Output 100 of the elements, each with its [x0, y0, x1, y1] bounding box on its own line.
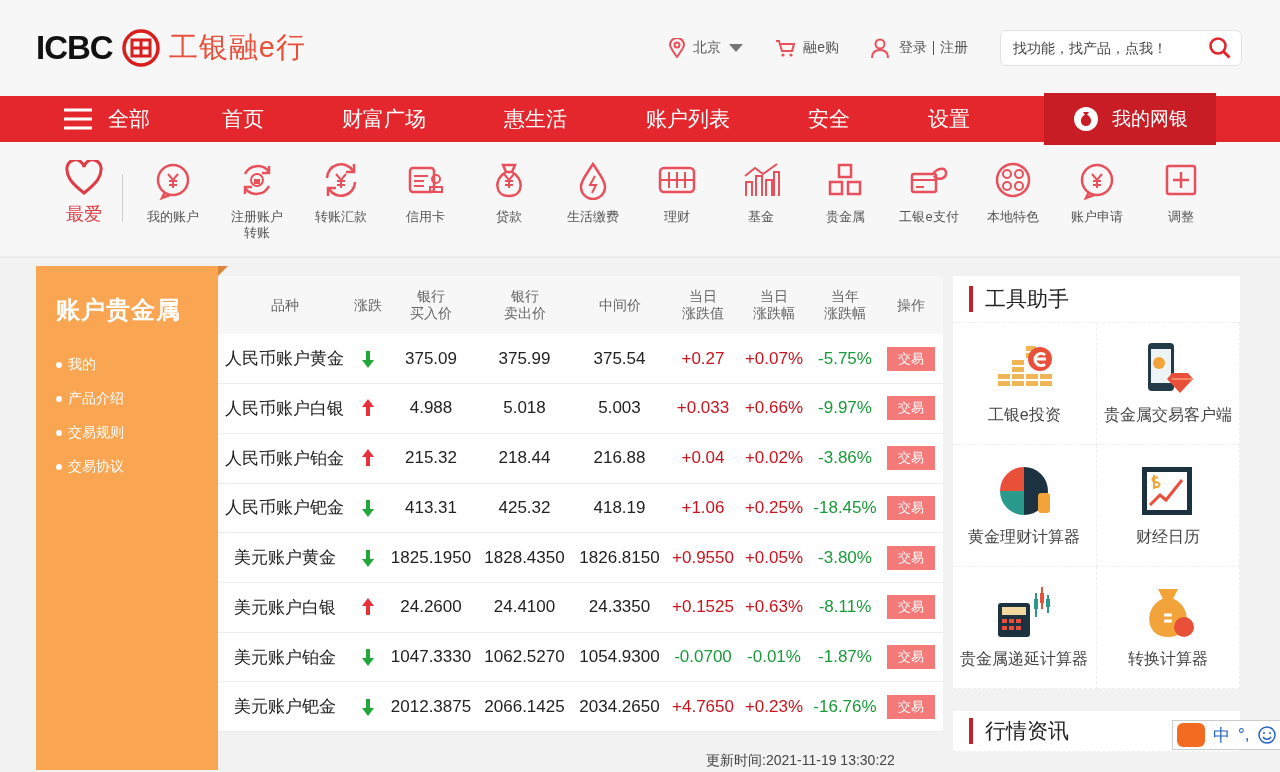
column-header: 操作 — [895, 296, 926, 314]
table-cell-text: 425.32 — [497, 497, 552, 518]
table-cell-text: 375.54 — [592, 348, 647, 369]
table-cell-text: +0.66% — [743, 398, 805, 419]
column-header: 品种 — [269, 296, 300, 314]
dropdown-caret-icon — [729, 44, 744, 52]
ime-logo-icon — [1177, 723, 1205, 747]
column-header: 当日 涨跌幅 — [752, 288, 796, 323]
sidebar-title: 账户贵金属 — [56, 295, 182, 325]
column-header: 银行 卖出价 — [502, 288, 547, 323]
my-bank-button[interactable]: 我的网银 — [1044, 93, 1216, 145]
tool-button[interactable]: 黄金理财计算器 — [953, 445, 1097, 567]
column-header: 当日 涨跌值 — [681, 288, 725, 323]
shortcut-button[interactable]: 账户申请 — [1055, 160, 1139, 225]
column-header: 当年 涨跌幅 — [823, 288, 867, 323]
table-cell-text: 2034.2650 — [578, 696, 661, 717]
table-cell-text: -9.97% — [817, 398, 873, 419]
tool-button[interactable]: 贵金属递延计算器 — [953, 567, 1097, 689]
table-cell-text: -16.76% — [812, 696, 878, 717]
shortcut-button[interactable]: 转账汇款 — [299, 160, 383, 225]
update-time: 更新时间:2021-11-19 13:30:22 — [706, 752, 896, 771]
menu-button[interactable]: 全部 — [64, 105, 150, 133]
table-cell-text: +4.7650 — [671, 696, 735, 717]
nav-link[interactable]: 首页 — [222, 105, 264, 133]
bullet-icon — [56, 430, 62, 436]
bullet-icon — [56, 362, 62, 368]
table-cell-text: -0.0700 — [673, 647, 733, 667]
table-cell-text: +0.05% — [743, 547, 805, 568]
money-bag-icon — [1074, 107, 1098, 131]
smiley-icon — [1257, 726, 1276, 744]
nav-link[interactable]: 惠生活 — [504, 105, 568, 133]
ime-mode[interactable]: 中 — [1213, 723, 1230, 747]
four-dots-icon — [993, 160, 1033, 200]
table-cell-text: 美元账户黄金 — [232, 547, 337, 570]
favorites-button[interactable]: 最爱 — [62, 160, 106, 226]
table-cell-text: -5.75% — [817, 348, 873, 369]
nav-link[interactable]: 账户列表 — [645, 105, 730, 133]
table-cell-text: 216.88 — [592, 448, 647, 469]
shortcut-button[interactable]: 本地特色 — [971, 160, 1055, 225]
table-cell-text: +0.63% — [743, 597, 805, 618]
shortcut-button[interactable]: 基金 — [719, 160, 803, 225]
column-header: 银行 买入价 — [409, 288, 453, 323]
bank-emblem-icon — [120, 28, 161, 68]
table-cell-text: -18.45% — [812, 497, 878, 518]
search-field[interactable]: 找功能，找产品，点我！ — [1000, 30, 1242, 66]
nav-link[interactable]: 安全 — [807, 105, 850, 133]
table-cell-text: 375.09 — [404, 348, 458, 369]
shortcut-button[interactable]: 生活缴费 — [551, 160, 635, 225]
table-cell-text: 1047.3330 — [389, 647, 473, 667]
table-cell-text: -8.11% — [817, 597, 873, 618]
table-cell-text: -0.01% — [746, 647, 802, 667]
cart-icon — [775, 39, 796, 57]
column-header: 中间价 — [597, 296, 642, 314]
shortcut-button[interactable]: 贷款 — [467, 160, 551, 225]
table-cell-text: 美元账户铂金 — [232, 646, 337, 669]
table-cell-text: 人民币账户铂金 — [224, 447, 345, 470]
table-cell-text: 1054.9300 — [578, 647, 661, 667]
tool-button[interactable]: 贵金属交易客户端 — [1096, 323, 1240, 445]
search-button[interactable] — [1208, 36, 1232, 60]
column-header: 涨跌 — [353, 296, 383, 314]
accent-bar — [969, 718, 973, 744]
shortcut-button[interactable]: 贵金属 — [803, 160, 887, 225]
bullet-icon — [56, 464, 62, 470]
table-cell-text: 2012.3875 — [389, 696, 473, 717]
table-cell-text: 4.988 — [408, 398, 454, 419]
shop-link[interactable]: 融e购 — [803, 39, 839, 57]
table-cell-text: 人民币账户黄金 — [224, 348, 345, 371]
shortcut-button[interactable]: 调整 — [1139, 160, 1223, 225]
panel-title: 工具助手 — [985, 286, 1069, 312]
table-cell-text: 413.31 — [404, 497, 458, 518]
tool-button[interactable]: 财经日历 — [1096, 445, 1240, 567]
table-cell-text: 美元账户白银 — [232, 596, 337, 619]
accent-bar — [969, 286, 973, 312]
shortcut-button[interactable]: 信用卡 — [383, 160, 467, 225]
table-cell-text: +0.033 — [675, 398, 731, 419]
tool-button[interactable]: 转换计算器 — [1096, 567, 1240, 689]
nav-link[interactable]: 设置 — [927, 105, 970, 133]
logo-text: 工银融e行 — [168, 30, 306, 65]
table-cell-text: 5.018 — [502, 398, 547, 419]
table-cell-text: +0.9550 — [671, 547, 735, 568]
table-cell-text: 1826.8150 — [578, 547, 661, 568]
table-cell-text: +0.23% — [743, 696, 805, 717]
tool-button[interactable]: 工银e投资 — [953, 323, 1097, 445]
shortcut-button[interactable]: 理财 — [635, 160, 719, 225]
city-link[interactable]: 北京 — [693, 39, 722, 57]
table-cell-text: 人民币账户白银 — [224, 398, 345, 420]
nav-link[interactable]: 财富广场 — [342, 105, 427, 133]
register-link[interactable]: 注册 — [940, 39, 968, 57]
table-cell-text: 24.2600 — [399, 597, 463, 618]
shortcut-button[interactable]: 我的账户 — [131, 160, 215, 225]
ime-punctuation[interactable]: °, — [1238, 725, 1250, 745]
table-cell-text: -3.86% — [817, 448, 873, 469]
shortcut-button[interactable]: 注册账户转账 — [215, 160, 299, 241]
table-cell-text: 5.003 — [597, 398, 642, 419]
menu-icon — [64, 108, 92, 130]
table-cell-text: +0.1525 — [671, 597, 735, 618]
table-cell-text: +0.25% — [743, 497, 805, 518]
shortcut-button[interactable]: 工银e支付 — [887, 160, 971, 225]
login-link[interactable]: 登录 — [899, 39, 927, 57]
table-cell-text: +1.06 — [680, 497, 726, 518]
